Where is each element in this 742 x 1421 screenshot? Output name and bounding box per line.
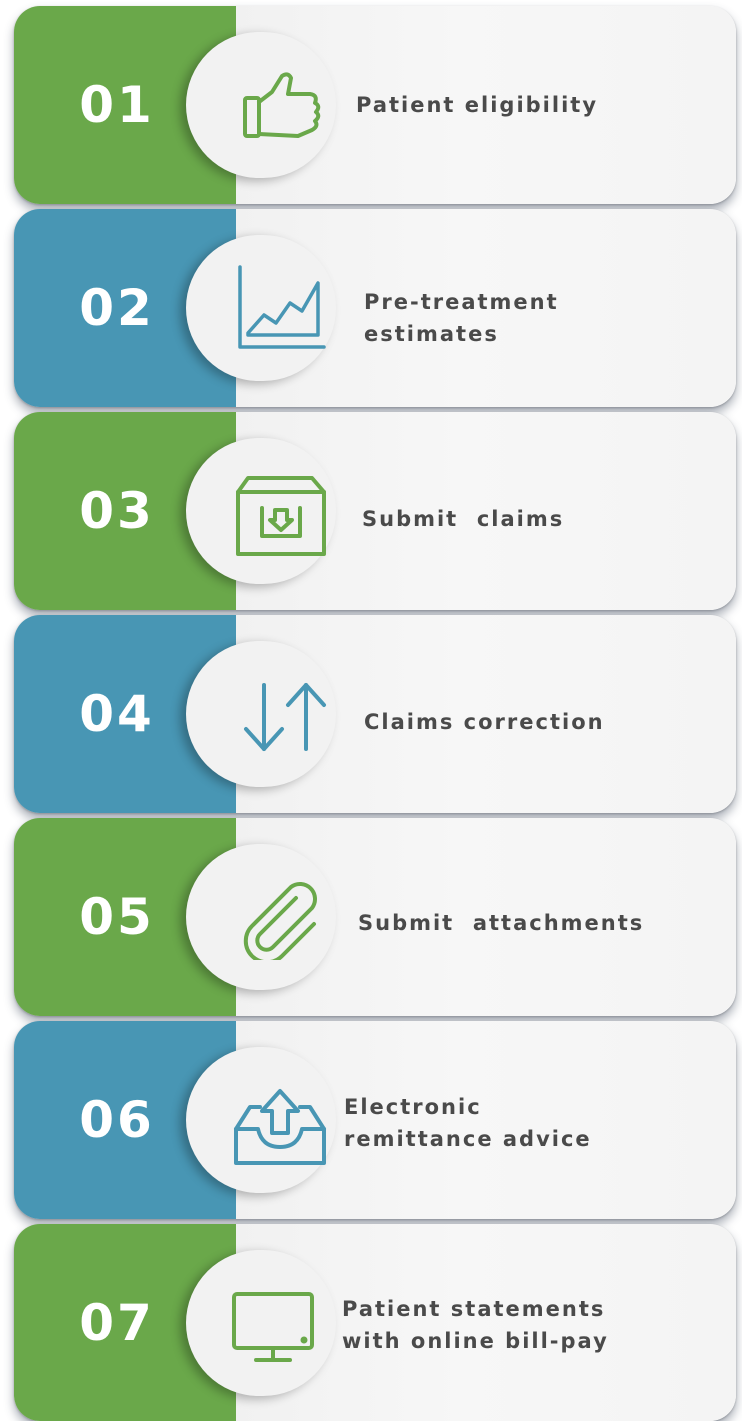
step-card-02: 02 Pre-treatment estimates — [14, 209, 736, 407]
step-card-04: 04 Claims correction — [14, 615, 736, 813]
step-number: 01 — [79, 76, 155, 134]
step-number: 07 — [79, 1293, 155, 1352]
step-card-07: 07 Patient statements with online bill-p… — [14, 1224, 736, 1421]
step-label: Patient eligibility — [356, 93, 599, 117]
step-card-03: 03 Submit claims — [14, 412, 736, 610]
step-card-05: 05 Submit attachments — [14, 818, 736, 1016]
step-label: Pre-treatment estimates — [364, 290, 559, 346]
paperclip-icon — [240, 874, 326, 960]
step-number: 02 — [79, 279, 155, 337]
thumbs-up-icon — [242, 70, 324, 140]
inbox-download-icon — [234, 474, 328, 558]
step-number: 03 — [79, 482, 155, 540]
step-label: Submit attachments — [358, 911, 645, 935]
tray-upload-icon — [232, 1085, 328, 1167]
step-number: 05 — [79, 888, 155, 946]
step-card-06: 06 Electronic remittance advice — [14, 1021, 736, 1219]
step-card-01: 01 Patient eligibility — [14, 6, 736, 204]
step-label: Patient statements with online bill-pay — [342, 1297, 609, 1353]
step-label: Submit claims — [362, 507, 565, 531]
step-number: 06 — [79, 1091, 155, 1149]
step-number: 04 — [79, 685, 155, 743]
growth-chart-icon — [236, 263, 328, 351]
monitor-icon — [230, 1290, 316, 1366]
step-label: Electronic remittance advice — [344, 1095, 592, 1151]
step-label: Claims correction — [364, 710, 605, 734]
up-down-arrows-icon — [240, 679, 330, 755]
